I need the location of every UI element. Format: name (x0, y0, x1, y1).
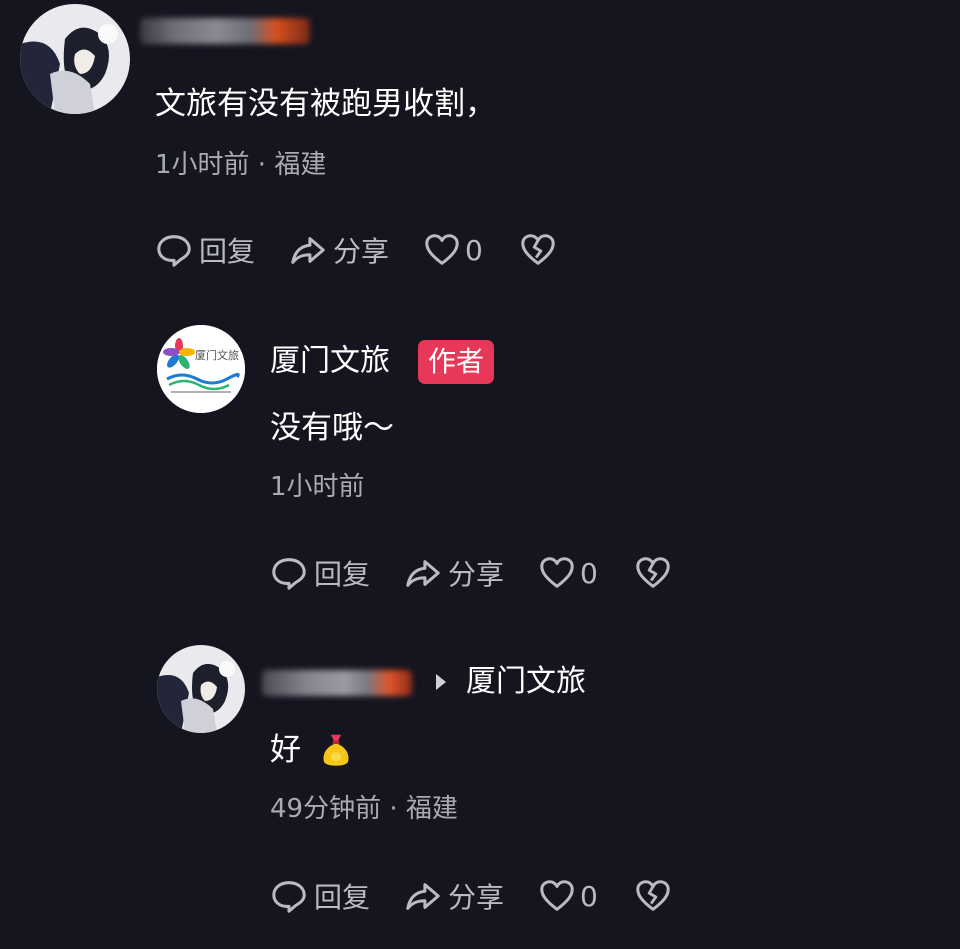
share-icon (406, 883, 440, 910)
comment-actions: 回复 分享 0 (155, 230, 597, 270)
author-avatar[interactable]: 厦门文旅 (157, 325, 245, 413)
reply-button[interactable]: 回复 (155, 230, 255, 270)
reply-to[interactable]: 厦门文旅 (412, 662, 586, 702)
comment-meta: 1小时前 (270, 472, 365, 502)
reply-button[interactable]: 回复 (270, 876, 370, 916)
reply-to-name: 厦门文旅 (466, 664, 586, 699)
reply-label: 回复 (314, 558, 371, 591)
comment-text-body: 好 (270, 732, 301, 768)
avatar[interactable] (20, 4, 130, 114)
share-label: 分享 (448, 881, 505, 914)
reply-label: 回复 (199, 235, 256, 268)
like-icon (540, 880, 574, 911)
dislike-button[interactable] (634, 877, 678, 915)
share-label: 分享 (333, 235, 390, 268)
comment-text: 好 (270, 730, 353, 770)
like-icon (425, 234, 459, 265)
dislike-icon (636, 557, 670, 588)
username-obscured[interactable] (262, 670, 412, 696)
svg-text:厦门文旅: 厦门文旅 (195, 348, 239, 362)
like-count: 0 (465, 233, 483, 267)
like-button[interactable]: 0 (423, 231, 483, 269)
like-count: 0 (580, 556, 598, 590)
reply-label: 回复 (314, 881, 371, 914)
username-obscured[interactable] (140, 18, 310, 44)
share-button[interactable]: 分享 (289, 230, 389, 270)
comment-actions: 回复 分享 0 (270, 876, 712, 916)
dislike-icon (521, 234, 555, 265)
like-button[interactable]: 0 (538, 877, 598, 915)
author-badge: 作者 (418, 340, 495, 384)
reply-icon (272, 881, 306, 913)
share-icon (406, 560, 440, 587)
comment-actions: 回复 分享 0 (270, 553, 712, 593)
money-bag-emoji (323, 734, 349, 766)
share-label: 分享 (448, 558, 505, 591)
dislike-button[interactable] (634, 554, 678, 592)
share-icon (291, 237, 325, 264)
dislike-icon (636, 880, 670, 911)
reply-button[interactable]: 回复 (270, 553, 370, 593)
comment-meta: 1小时前 · 福建 (155, 150, 327, 180)
caret-right-icon (436, 674, 446, 690)
like-icon (540, 557, 574, 588)
dislike-button[interactable] (519, 231, 563, 269)
reply-icon (272, 558, 306, 590)
reply-icon (157, 235, 191, 267)
like-count: 0 (580, 879, 598, 913)
share-button[interactable]: 分享 (404, 876, 504, 916)
author-name-text: 厦门文旅 (270, 343, 390, 379)
comment-meta: 49分钟前 · 福建 (270, 794, 458, 824)
comment-text: 文旅有没有被跑男收割， (155, 86, 496, 122)
comment-text: 没有哦～ (270, 410, 394, 446)
share-button[interactable]: 分享 (404, 553, 504, 593)
author-name[interactable]: 厦门文旅 作者 (270, 340, 495, 384)
avatar[interactable] (157, 645, 245, 733)
like-button[interactable]: 0 (538, 554, 598, 592)
